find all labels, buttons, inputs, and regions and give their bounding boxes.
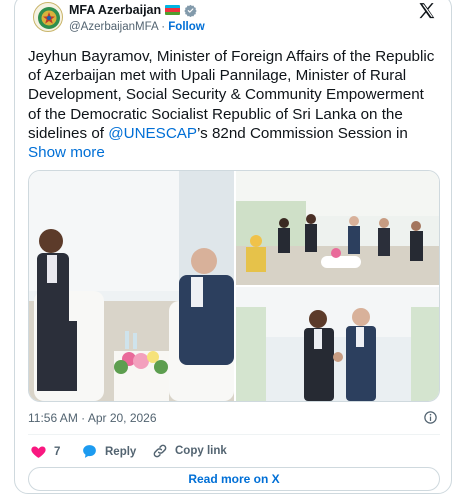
- link-icon: [153, 444, 167, 458]
- info-icon[interactable]: [423, 410, 438, 425]
- reply-button[interactable]: Reply: [81, 443, 136, 460]
- photo-1[interactable]: [29, 171, 234, 401]
- avatar[interactable]: [33, 2, 63, 32]
- media-grid: [28, 170, 440, 402]
- verified-badge-icon: [184, 4, 197, 17]
- reply-bubble-icon: [83, 445, 96, 458]
- emblem-icon: [38, 7, 60, 29]
- post-timestamp[interactable]: 11:56 AM · Apr 20, 2026: [28, 411, 157, 425]
- copy-link-button[interactable]: Copy link: [152, 443, 227, 459]
- account-name[interactable]: MFA Azerbaijan: [69, 3, 161, 17]
- mention-link[interactable]: @UNESCAP: [108, 125, 197, 142]
- photo-2-image: [236, 171, 439, 285]
- account-name-row[interactable]: MFA Azerbaijan: [69, 3, 197, 17]
- heart-icon: [31, 446, 46, 458]
- like-button[interactable]: 7: [30, 443, 60, 460]
- photo-3-image: [236, 287, 439, 401]
- photo-1-image: [29, 171, 234, 401]
- copy-link-label: Copy link: [175, 445, 227, 457]
- show-more-link[interactable]: Show more: [28, 144, 105, 161]
- separator-dot: ·: [161, 21, 166, 33]
- post-header: MFA Azerbaijan @AzerbaijanMFA · Follow: [33, 1, 443, 37]
- handle-row: @AzerbaijanMFA · Follow: [69, 21, 205, 33]
- azerbaijan-flag-icon: [165, 5, 181, 15]
- divider: [28, 434, 440, 435]
- tweet-text: Jeyhun Bayramov, Minister of Foreign Aff…: [28, 47, 440, 162]
- read-more-button[interactable]: Read more on X: [28, 467, 440, 491]
- tweet-body-continued: ’s 82nd Commission Session in: [197, 124, 408, 142]
- like-count: 7: [54, 445, 61, 458]
- follow-button[interactable]: Follow: [168, 21, 204, 33]
- photo-2[interactable]: [236, 171, 439, 285]
- x-logo-icon[interactable]: [417, 1, 437, 21]
- reply-label: Reply: [105, 445, 137, 458]
- photo-3[interactable]: [236, 287, 439, 401]
- account-handle[interactable]: @AzerbaijanMFA: [69, 21, 158, 33]
